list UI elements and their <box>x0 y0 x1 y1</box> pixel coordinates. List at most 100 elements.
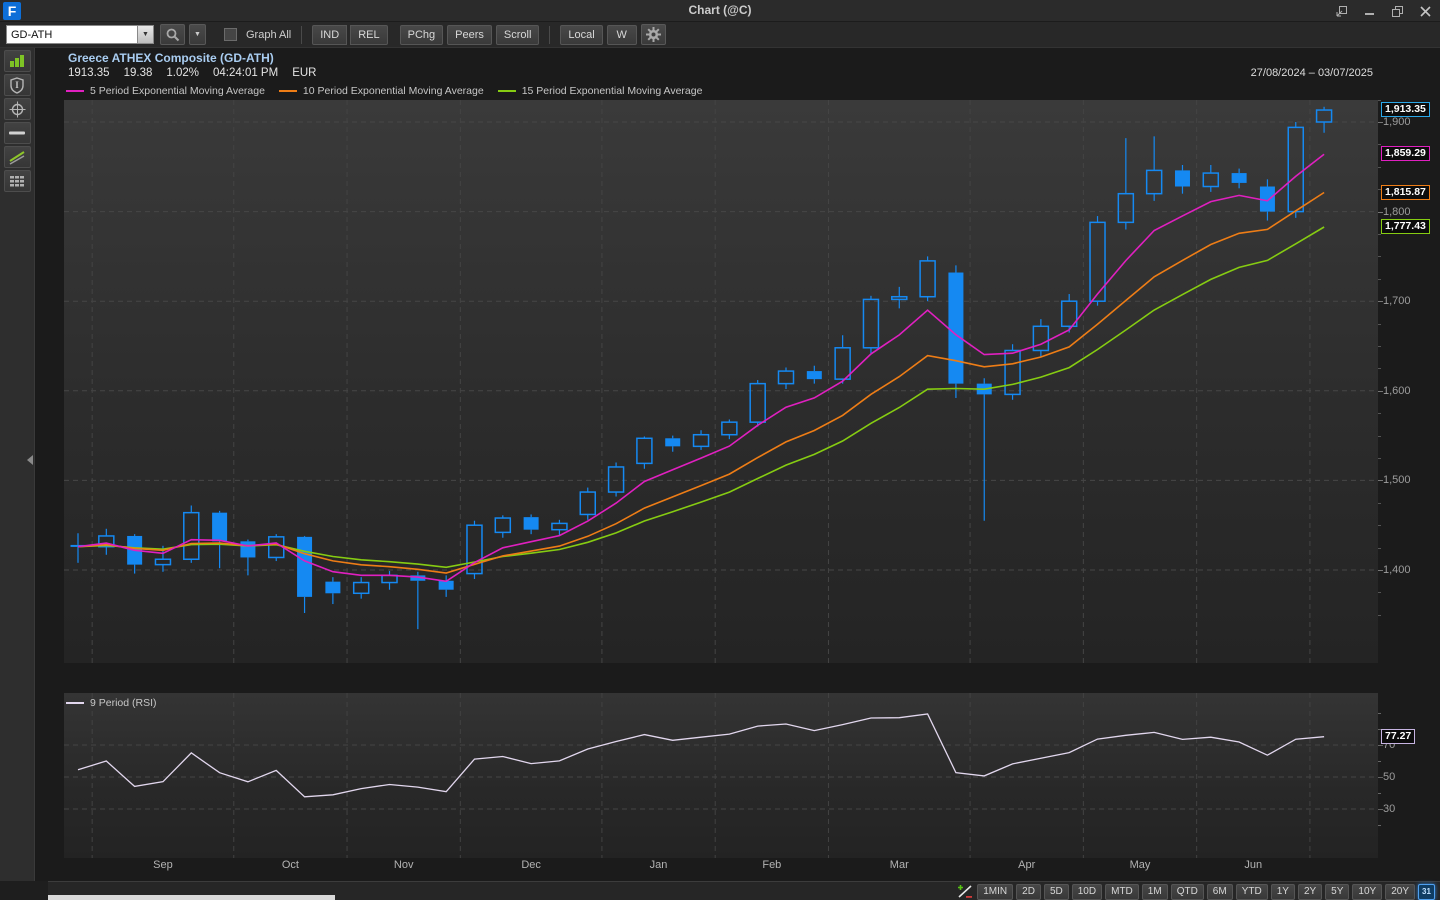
horizontal-line-button[interactable] <box>3 122 31 144</box>
rsi-chart <box>64 693 1378 858</box>
price-axis-tick <box>1378 614 1381 616</box>
price-plot[interactable] <box>64 100 1378 663</box>
chart-area: Greece ATHEX Composite (GD-ATH) 1913.35 1… <box>36 48 1440 881</box>
month-label-mar: Mar <box>889 859 909 871</box>
timeframe-button-1m[interactable]: 1M <box>1141 883 1168 900</box>
rsi-legend[interactable]: 9 Period (RSI) <box>66 697 157 709</box>
candle <box>948 265 964 398</box>
month-label-jun: Jun <box>1244 859 1263 871</box>
candle <box>381 570 398 590</box>
timeframe-button-2d[interactable]: 2D <box>1016 883 1041 900</box>
price-change-pct: 1.02% <box>166 67 199 79</box>
candle <box>1202 165 1220 192</box>
close-icon[interactable] <box>1418 4 1432 18</box>
chart-settings-button[interactable] <box>956 884 974 900</box>
minimize-icon[interactable] <box>1362 4 1376 18</box>
rsi-plot[interactable] <box>64 693 1378 858</box>
timeframe-button-5d[interactable]: 5D <box>1043 883 1069 900</box>
chart-type-button[interactable] <box>3 50 31 72</box>
rsi-axis-tick <box>1378 713 1381 714</box>
overlay-legend: 5 Period Exponential Moving Average 10 P… <box>66 85 702 97</box>
settings-gear-button[interactable] <box>640 24 666 45</box>
ind-button[interactable]: IND <box>312 24 348 45</box>
timeframe-button-1min[interactable]: 1MIN <box>977 883 1014 900</box>
month-label-sep: Sep <box>153 859 173 871</box>
legend-item-ema5[interactable]: 5 Period Exponential Moving Average <box>66 85 265 97</box>
ema15-value-badge: 1,777.43 <box>1381 219 1430 234</box>
ema5-line <box>77 153 1325 583</box>
scroll-button[interactable]: Scroll <box>495 24 540 45</box>
crosshair-button[interactable] <box>3 98 31 120</box>
local-button[interactable]: Local <box>560 24 603 45</box>
price-axis-tick <box>1378 256 1381 258</box>
pchg-button[interactable]: PChg <box>399 24 444 45</box>
price-axis-tick <box>1378 166 1381 168</box>
search-button[interactable] <box>160 24 185 45</box>
grid-view-button[interactable] <box>3 170 31 192</box>
rsi-axis-label: 30 <box>1383 803 1396 815</box>
timeframe-button-5y[interactable]: 5Y <box>1325 883 1350 900</box>
ema10-swatch <box>278 90 297 92</box>
trendline-button[interactable] <box>3 146 31 168</box>
candle <box>70 533 86 563</box>
price-axis-label: 1,800 <box>1383 205 1411 218</box>
month-label-oct: Oct <box>281 859 299 871</box>
timeframe-button-10d[interactable]: 10D <box>1071 883 1103 900</box>
candle <box>862 295 880 354</box>
timeframe-button-2y[interactable]: 2Y <box>1297 883 1323 900</box>
candle <box>976 378 992 521</box>
price-axis-tick <box>1378 234 1381 235</box>
symbol-dropdown-icon[interactable]: ▼ <box>138 25 154 44</box>
chart-window: F Chart (@C) ▼ ▼ <box>0 0 1440 900</box>
price-axis-tick <box>1378 458 1381 459</box>
bar-chart-icon <box>10 55 24 67</box>
candle <box>749 380 766 427</box>
rsi-axis-tick <box>1378 777 1383 778</box>
legend-item-ema10[interactable]: 10 Period Exponential Moving Average <box>278 85 484 97</box>
timeframe-button-qtd[interactable]: QTD <box>1170 883 1204 900</box>
grid-icon <box>10 175 24 186</box>
timeframe-button-6m[interactable]: 6M <box>1206 883 1233 900</box>
popin-icon[interactable] <box>1334 4 1348 18</box>
indicator-button[interactable]: I <box>3 74 31 96</box>
candles-layer <box>70 106 1333 630</box>
price-axis-tick <box>1378 368 1381 370</box>
timeframe-bar: 1MIN 2D 5D 10D MTD 1M QTD 6M YTD 1Y 2Y 5Y 10Y 20Y 31 <box>956 883 1435 900</box>
svg-text:I: I <box>15 80 19 90</box>
timeframe-button-mtd[interactable]: MTD <box>1105 883 1139 900</box>
month-label-may: May <box>1129 859 1151 871</box>
rsi-axis-tick <box>1378 745 1383 746</box>
peers-button[interactable]: Peers <box>447 24 492 45</box>
price-axis-tick <box>1378 502 1381 504</box>
ema5-swatch <box>66 90 84 92</box>
timeframe-button-20y[interactable]: 20Y <box>1385 883 1415 900</box>
price-axis-tick <box>1378 122 1383 123</box>
w-button[interactable]: W <box>606 24 637 45</box>
symbol-input[interactable] <box>6 25 138 44</box>
timeframe-button-10y[interactable]: 10Y <box>1352 883 1383 900</box>
price-axis-label: 1,700 <box>1383 295 1411 308</box>
month-label-nov: Nov <box>393 859 414 871</box>
price-axis-label: 1,600 <box>1383 384 1411 397</box>
price-axis-tick <box>1378 211 1383 213</box>
price-axis-tick <box>1378 301 1383 303</box>
legend-item-ema15[interactable]: 15 Period Exponential Moving Average <box>497 85 702 97</box>
timeframe-button-ytd[interactable]: YTD <box>1235 883 1268 900</box>
candle <box>692 430 710 450</box>
sidebar-collapse-arrow-icon[interactable] <box>27 455 33 465</box>
ema15-line <box>77 226 1325 569</box>
search-dropdown-icon[interactable]: ▼ <box>189 24 206 45</box>
restore-icon[interactable] <box>1390 4 1404 18</box>
background-window-edge <box>48 895 335 900</box>
price-axis-tick <box>1378 323 1381 325</box>
candle <box>127 534 143 574</box>
ema10-label: 10 Period Exponential Moving Average <box>302 85 484 97</box>
graph-all-checkbox[interactable] <box>224 28 237 41</box>
candle <box>806 365 822 384</box>
price-axis-tick <box>1378 525 1381 527</box>
calendar-button[interactable]: 31 <box>1418 883 1435 900</box>
timeframe-button-1y[interactable]: 1Y <box>1270 883 1295 900</box>
date-range: 27/08/2024 – 03/07/2025 <box>1250 67 1373 79</box>
price-axis-tick <box>1378 547 1381 549</box>
rel-button[interactable]: REL <box>350 24 388 45</box>
